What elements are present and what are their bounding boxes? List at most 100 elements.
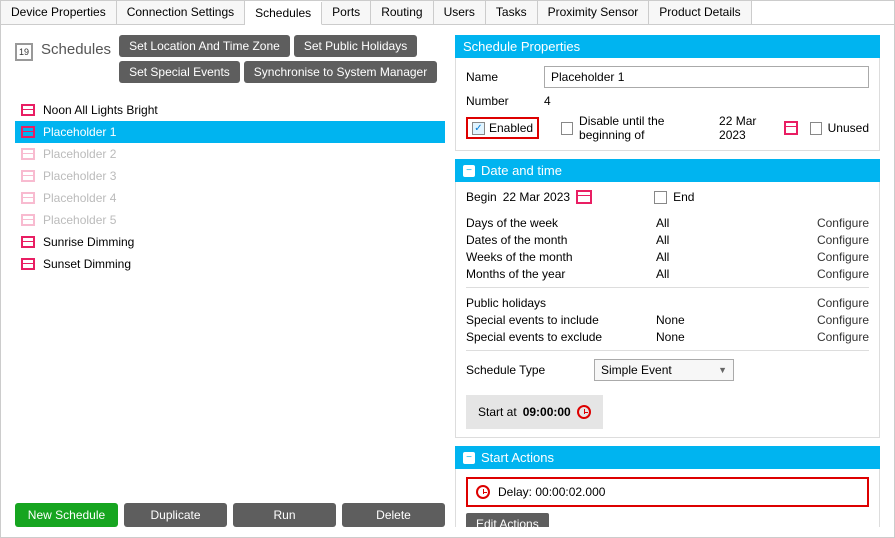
duplicate-button[interactable]: Duplicate [124, 503, 227, 527]
tab-device-properties[interactable]: Device Properties [1, 1, 117, 24]
end-label: End [673, 190, 694, 204]
disable-until-checkbox[interactable] [561, 122, 573, 135]
disable-until-label: Disable until the beginning of [579, 114, 713, 142]
schedule-item-label: Sunrise Dimming [43, 235, 134, 249]
config-row: Days of the week All Configure [466, 216, 869, 230]
clock-icon [476, 485, 490, 499]
start-at-box[interactable]: Start at 09:00:00 [466, 395, 603, 429]
enabled-checkbox[interactable]: ✓ [472, 122, 485, 135]
config-label: Days of the week [466, 216, 616, 230]
schedule-item[interactable]: Sunset Dimming [15, 253, 445, 275]
begin-date: 22 Mar 2023 [503, 190, 570, 204]
tab-ports[interactable]: Ports [322, 1, 371, 24]
set-special-events-button[interactable]: Set Special Events [119, 61, 240, 83]
schedule-icon [21, 126, 35, 138]
tab-schedules[interactable]: Schedules [245, 2, 322, 25]
schedule-item-label: Placeholder 1 [43, 125, 116, 139]
config-value: All [656, 267, 669, 281]
set-location-and-time-zone-button[interactable]: Set Location And Time Zone [119, 35, 290, 57]
number-label: Number [466, 94, 536, 108]
schedule-item-label: Placeholder 3 [43, 169, 116, 183]
collapse-icon[interactable]: − [463, 165, 475, 177]
set-public-holidays-button[interactable]: Set Public Holidays [294, 35, 417, 57]
new-schedule-button[interactable]: New Schedule [15, 503, 118, 527]
disable-until-date: 22 Mar 2023 [719, 114, 778, 142]
begin-date-picker-icon[interactable] [576, 190, 592, 204]
schedule-properties-header: Schedule Properties [455, 35, 880, 58]
config-row: Dates of the month All Configure [466, 233, 869, 247]
schedule-type-select[interactable]: Simple Event ▼ [594, 359, 734, 381]
configure-link[interactable]: Configure [817, 233, 869, 247]
schedule-item-label: Placeholder 5 [43, 213, 116, 227]
schedule-type-label: Schedule Type [466, 363, 586, 377]
schedule-item[interactable]: Placeholder 5 [15, 209, 445, 231]
config-value: All [656, 216, 669, 230]
tab-product-details[interactable]: Product Details [649, 1, 751, 24]
enabled-highlight: ✓ Enabled [466, 117, 539, 139]
config-label: Public holidays [466, 296, 616, 310]
tab-users[interactable]: Users [434, 1, 486, 24]
tab-tasks[interactable]: Tasks [486, 1, 538, 24]
calendar-picker-icon[interactable] [784, 121, 798, 135]
config-value: None [656, 313, 685, 327]
config-row: Months of the yearAllConfigure [466, 267, 869, 281]
schedule-item[interactable]: Placeholder 2 [15, 143, 445, 165]
unused-label: Unused [828, 121, 869, 135]
enabled-label: Enabled [489, 121, 533, 135]
delete-button[interactable]: Delete [342, 503, 445, 527]
delay-action-row[interactable]: Delay: 00:00:02.000 [466, 477, 869, 507]
begin-label: Begin [466, 190, 497, 204]
schedule-icon [21, 148, 35, 160]
collapse-icon[interactable]: − [463, 452, 475, 464]
schedule-icon [21, 192, 35, 204]
name-input[interactable] [544, 66, 869, 88]
configure-link[interactable]: Configure [817, 250, 869, 264]
schedule-item-label: Placeholder 2 [43, 147, 116, 161]
number-value: 4 [544, 94, 551, 108]
config-label: Dates of the month [466, 233, 616, 247]
config-row: Public holidays Configure [466, 296, 869, 310]
configure-link[interactable]: Configure [817, 330, 869, 344]
schedule-item[interactable]: Noon All Lights Bright [15, 99, 445, 121]
date-time-header[interactable]: − Date and time [455, 159, 880, 182]
schedule-item[interactable]: Sunrise Dimming [15, 231, 445, 253]
config-row: Special events to include None Configure [466, 313, 869, 327]
configure-link[interactable]: Configure [817, 267, 869, 281]
name-label: Name [466, 70, 536, 84]
schedule-list: Noon All Lights Bright Placeholder 1 Place… [15, 99, 445, 495]
synchronise-to-system-manager-button[interactable]: Synchronise to System Manager [244, 61, 437, 83]
schedule-icon [21, 214, 35, 226]
config-label: Special events to exclude [466, 330, 616, 344]
schedule-icon [21, 170, 35, 182]
config-row: Weeks of the month All Configure [466, 250, 869, 264]
clock-icon [577, 405, 591, 419]
schedule-item[interactable]: Placeholder 3 [15, 165, 445, 187]
config-value: All [656, 250, 669, 264]
start-actions-header[interactable]: − Start Actions [455, 446, 880, 469]
schedule-icon [21, 104, 35, 116]
tab-routing[interactable]: Routing [371, 1, 433, 24]
config-label: Weeks of the month [466, 250, 616, 264]
schedule-item[interactable]: Placeholder 1 [15, 121, 445, 143]
tab-connection-settings[interactable]: Connection Settings [117, 1, 245, 24]
configure-link[interactable]: Configure [817, 216, 869, 230]
run-button[interactable]: Run [233, 503, 336, 527]
config-value: None [656, 330, 685, 344]
config-label: Special events to include [466, 313, 616, 327]
end-checkbox[interactable] [654, 191, 667, 204]
tab-proximity-sensor[interactable]: Proximity Sensor [538, 1, 650, 24]
unused-checkbox[interactable] [810, 122, 822, 135]
schedule-item[interactable]: Placeholder 4 [15, 187, 445, 209]
calendar-icon: 19 [15, 43, 33, 61]
schedules-title: Schedules [41, 41, 111, 58]
edit-actions-button[interactable]: Edit Actions [466, 513, 549, 527]
tabs-bar: Device PropertiesConnection SettingsSche… [1, 1, 894, 25]
config-value: All [656, 233, 669, 247]
configure-link[interactable]: Configure [817, 313, 869, 327]
schedule-item-label: Sunset Dimming [43, 257, 131, 271]
schedule-icon [21, 258, 35, 270]
configure-link[interactable]: Configure [817, 296, 869, 310]
delay-label: Delay: 00:00:02.000 [498, 485, 605, 499]
schedule-icon [21, 236, 35, 248]
schedule-item-label: Placeholder 4 [43, 191, 116, 205]
